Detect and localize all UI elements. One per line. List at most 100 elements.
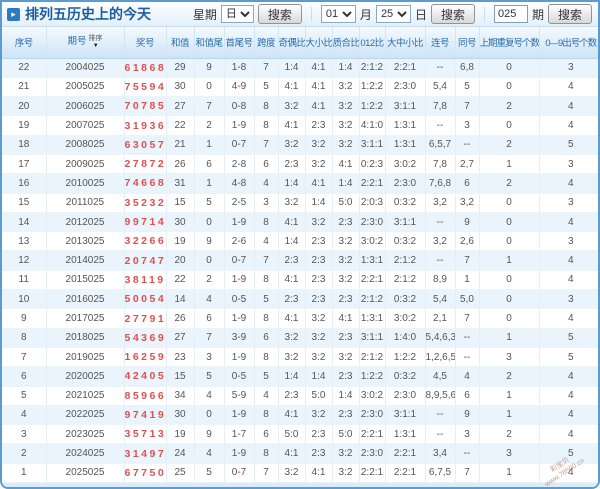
table-cell: 3:2 [278, 347, 306, 368]
table-cell: 6,5,7 [425, 135, 456, 155]
prize-number: 67750 [124, 463, 167, 484]
table-cell: -- [425, 115, 456, 136]
table-cell: 14 [166, 289, 195, 310]
toolbar-divider [310, 7, 312, 21]
table-cell: 2:3:0 [359, 443, 386, 464]
table-cell: 2:3 [305, 231, 333, 252]
table-header-row: 序号 期号 排序 ▼ 奖号 和值 和值尾 首尾号 跨度 奇偶比 大小比 质合比 012比 大中小比 连号 同号… [2, 27, 598, 59]
table-cell: 0 [479, 77, 540, 98]
table-cell: 3:2 [332, 135, 360, 155]
table-cell: 3:2 [278, 463, 306, 484]
table-cell: 2010025 [46, 173, 125, 194]
title-arrow-icon: ▸ [7, 7, 20, 21]
issue-input[interactable] [493, 5, 528, 23]
date-search-button[interactable]: 搜索 [430, 4, 475, 24]
issue-search-button[interactable]: 搜索 [547, 4, 592, 24]
table-cell: 27 [166, 328, 195, 348]
table-cell: 2:2:1 [385, 463, 426, 484]
sort-control[interactable]: 排序 ▼ [89, 35, 103, 49]
table-cell: 0:3:2 [385, 193, 426, 213]
table-cell: 7 [455, 308, 480, 329]
table-cell: 4:1 [305, 463, 333, 484]
table-cell: 2-8 [224, 154, 255, 175]
table-row: 17 2009025 27872 26 6 2-8 6 2:3 3:2 4:1 0:2:3 3:0:2… [2, 154, 598, 175]
table-cell: 0 [479, 231, 540, 252]
prize-number: 97419 [124, 405, 167, 426]
table-cell: 8 [254, 96, 279, 117]
prize-number: 20747 [124, 250, 167, 271]
table-cell: 8 [254, 270, 279, 291]
prize-number: 27872 [124, 154, 167, 175]
table-cell: 2005025 [46, 77, 125, 98]
column-header: 首尾号 [224, 27, 255, 59]
table-cell: 0 [479, 212, 540, 233]
table-cell: 4 [194, 443, 225, 464]
table-cell: 4 [539, 405, 598, 426]
table-cell: -- [425, 58, 456, 78]
table-cell: 3,4 [425, 443, 456, 464]
day-select[interactable]: 25 [375, 5, 411, 23]
table-cell: 2:3 [332, 405, 360, 426]
table-cell: 5 [194, 463, 225, 484]
table-cell: 3,2 [425, 193, 456, 213]
table-cell: 5:0 [332, 424, 360, 445]
month-select[interactable]: 01 [320, 5, 356, 23]
table-cell: 2 [479, 173, 540, 194]
table-cell: 1:4 [278, 366, 306, 387]
table-cell: 2:3:0 [385, 173, 426, 194]
table-cell: 27 [166, 96, 195, 117]
table-cell: 2:3 [305, 250, 333, 271]
table-cell: 4:1 [278, 308, 306, 329]
table-cell: 1,2,6,5 [425, 347, 456, 368]
table-cell: 5:0 [305, 386, 333, 406]
table-cell: 1:4 [332, 58, 360, 78]
table-cell: 1 [479, 154, 540, 175]
table-cell: 7,8 [425, 96, 456, 117]
table-cell: 3 [539, 231, 598, 252]
table-cell: 6,8 [455, 58, 480, 78]
table-row: 12 2014025 20747 20 0 0-7 7 2:3 2:3 3:2 1:3:1 2:1:2… [2, 250, 598, 271]
table-cell: 0-7 [224, 250, 255, 271]
table-cell: 3 [2, 424, 47, 445]
column-header: 和值尾 [194, 27, 225, 59]
prize-number: 50054 [124, 289, 167, 310]
history-table: 序号 期号 排序 ▼ 奖号 和值 和值尾 首尾号 跨度 奇偶比 大小比 质合比 012比 大中小比 连号 同号… [2, 27, 598, 484]
table-cell: 2 [479, 135, 540, 155]
table-cell: 7 [254, 250, 279, 271]
table-cell: 30 [166, 212, 195, 233]
table-cell: 10 [2, 289, 47, 310]
prize-number: 31936 [124, 115, 167, 136]
table-cell: 4 [254, 173, 279, 194]
table-cell: 2011025 [46, 193, 125, 213]
table-cell: 2:1:2 [359, 58, 386, 78]
table-cell: 1:2:2 [359, 366, 386, 387]
weekday-search-button[interactable]: 搜索 [257, 4, 302, 24]
table-cell: 2:2:1 [359, 270, 386, 291]
table-cell: 0 [479, 58, 540, 78]
table-cell: 4 [254, 231, 279, 252]
table-cell: -- [425, 424, 456, 445]
table-cell: 0:2:3 [359, 154, 386, 175]
prize-number: 85966 [124, 386, 167, 406]
table-cell: 4:1 [278, 405, 306, 426]
table-cell: 0:3:2 [385, 231, 426, 252]
table-cell: 31 [166, 173, 195, 194]
table-cell: 5 [254, 366, 279, 387]
table-cell: 5:0 [278, 424, 306, 445]
table-cell: 3 [539, 154, 598, 175]
table-cell: 2014025 [46, 250, 125, 271]
table-cell: 9 [194, 231, 225, 252]
table-cell: 6,7,5 [425, 463, 456, 484]
weekday-select[interactable]: 日 [220, 5, 254, 23]
table-cell: 0 [479, 308, 540, 329]
sort-descending-icon: ▼ [92, 43, 99, 50]
table-cell: 14 [2, 212, 47, 233]
table-row: 6 2020025 42405 15 5 0-5 5 1:4 1:4 2:3 1:2:2 0:3:2 4… [2, 366, 598, 387]
table-cell: 3:0:2 [359, 386, 386, 406]
table-cell: 7 [254, 463, 279, 484]
table-cell: 4:1 [332, 308, 360, 329]
table-cell: 2025025 [46, 463, 125, 484]
table-cell: 4 [455, 366, 480, 387]
table-cell: 0-5 [224, 289, 255, 310]
table-cell: -- [455, 347, 480, 368]
